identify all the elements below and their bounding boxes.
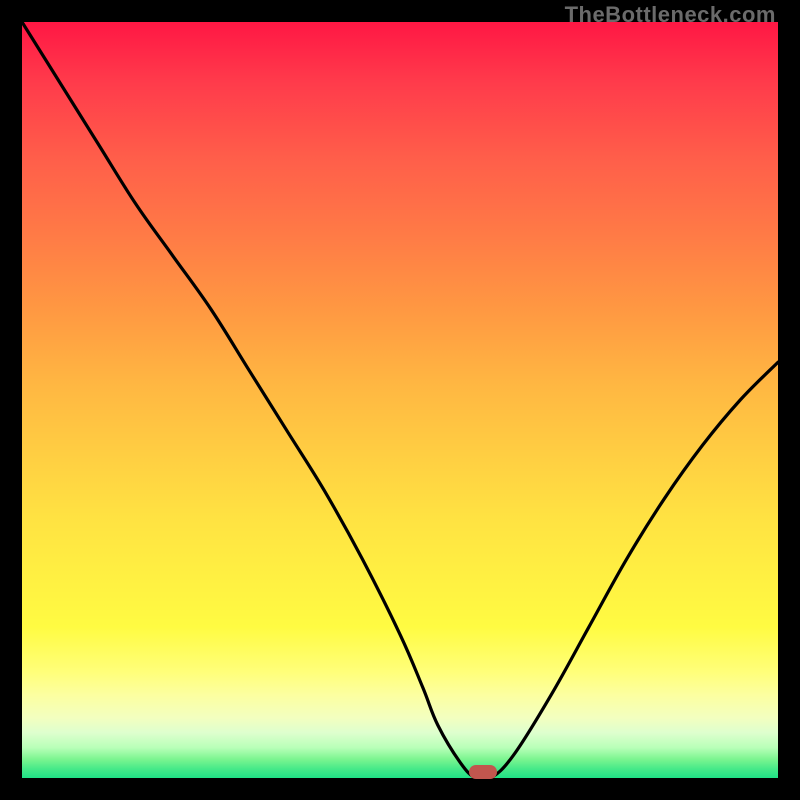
- bottleneck-curve: [22, 22, 778, 778]
- optimum-marker: [469, 765, 497, 779]
- chart-frame: TheBottleneck.com: [0, 0, 800, 800]
- watermark-text: TheBottleneck.com: [565, 2, 776, 28]
- plot-area: [22, 22, 778, 778]
